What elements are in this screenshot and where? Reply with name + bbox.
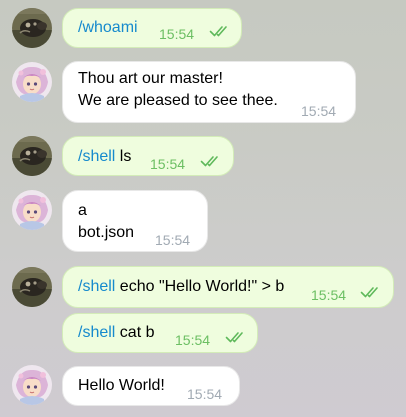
command-link[interactable]: /whoami xyxy=(78,19,138,36)
message-text: /shell ls xyxy=(78,146,131,168)
incoming-message[interactable]: Hello World! 15:54 xyxy=(62,366,240,406)
message-line: Thou art our master! xyxy=(78,70,223,87)
double-check-icon xyxy=(225,330,249,344)
outgoing-message[interactable]: /whoami 15:54 xyxy=(62,8,242,48)
user-avatar[interactable] xyxy=(12,136,52,176)
outgoing-message[interactable]: /shell ls 15:54 xyxy=(62,136,234,176)
user-avatar[interactable] xyxy=(12,267,52,307)
command-args: cat b xyxy=(115,324,155,341)
message-time: 15:54 xyxy=(159,26,195,42)
bot-avatar[interactable] xyxy=(12,62,52,102)
command-args: echo "Hello World!" > b xyxy=(115,278,285,295)
double-check-icon xyxy=(200,154,224,168)
message-text: /shell echo "Hello World!" > b xyxy=(78,276,284,298)
command-link[interactable]: /shell xyxy=(78,278,115,295)
message-time: 15:54 xyxy=(150,156,186,172)
message-line: Hello World! xyxy=(78,377,165,394)
outgoing-message[interactable]: /shell cat b 15:54 xyxy=(62,313,258,353)
double-check-icon xyxy=(360,285,384,299)
message-time: 15:54 xyxy=(155,232,191,248)
message-time: 15:54 xyxy=(311,287,347,303)
message-time: 15:54 xyxy=(301,103,337,119)
message-time: 15:54 xyxy=(187,386,223,402)
command-link[interactable]: /shell xyxy=(78,148,115,165)
double-check-icon xyxy=(209,24,233,38)
message-time: 15:54 xyxy=(175,332,211,348)
bot-avatar[interactable] xyxy=(12,190,52,230)
message-text: /whoami xyxy=(78,17,138,39)
chat-history[interactable]: /whoami 15:54 Thou art our master! We ar… xyxy=(0,0,406,417)
user-avatar[interactable] xyxy=(12,8,52,48)
message-line: bot.json xyxy=(78,224,135,241)
command-link[interactable]: /shell xyxy=(78,324,115,341)
bot-avatar[interactable] xyxy=(12,365,52,405)
message-line: We are pleased to see thee. xyxy=(78,92,278,109)
message-line: a xyxy=(78,202,87,219)
incoming-message[interactable]: Thou art our master! We are pleased to s… xyxy=(62,61,356,123)
outgoing-message[interactable]: /shell echo "Hello World!" > b 15:54 xyxy=(62,266,394,308)
command-args: ls xyxy=(115,148,132,165)
incoming-message[interactable]: a bot.json 15:54 xyxy=(62,190,208,252)
message-text: /shell cat b xyxy=(78,322,155,344)
